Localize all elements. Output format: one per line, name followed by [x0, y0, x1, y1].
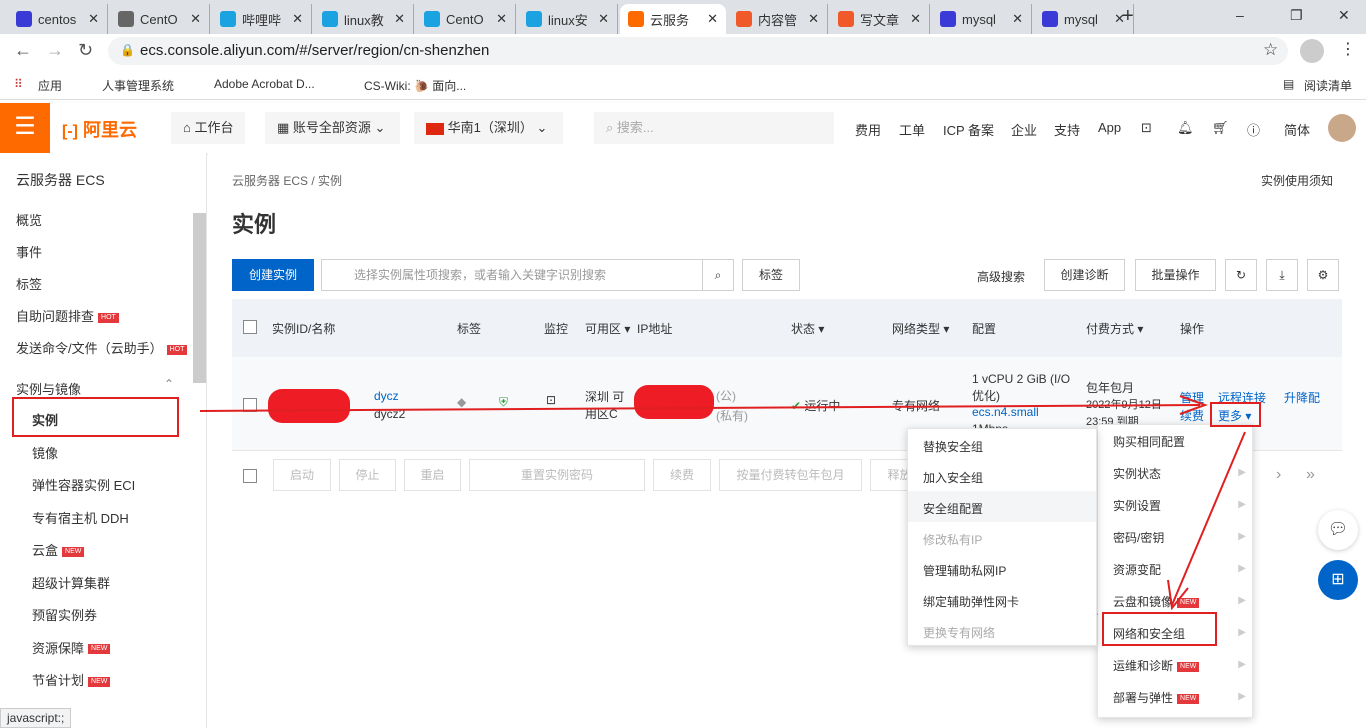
- menu-item[interactable]: 绑定辅助弹性网卡: [923, 593, 1019, 610]
- menu-item[interactable]: 修改私有IP: [923, 531, 982, 548]
- menu-item[interactable]: 更换专有网络: [923, 624, 995, 641]
- menu-item[interactable]: 替换安全组: [923, 438, 983, 455]
- menu-item[interactable]: 管理辅助私网IP: [923, 562, 1006, 579]
- annotation-arrows: [199, 395, 1246, 616]
- network-security-submenu: 替换安全组加入安全组安全组配置修改私有IP 管理辅助私网IP 绑定辅助弹性网卡 更换专…: [907, 428, 1097, 646]
- menu-item[interactable]: 安全组配置: [923, 500, 983, 517]
- menu-item[interactable]: 加入安全组: [923, 469, 983, 486]
